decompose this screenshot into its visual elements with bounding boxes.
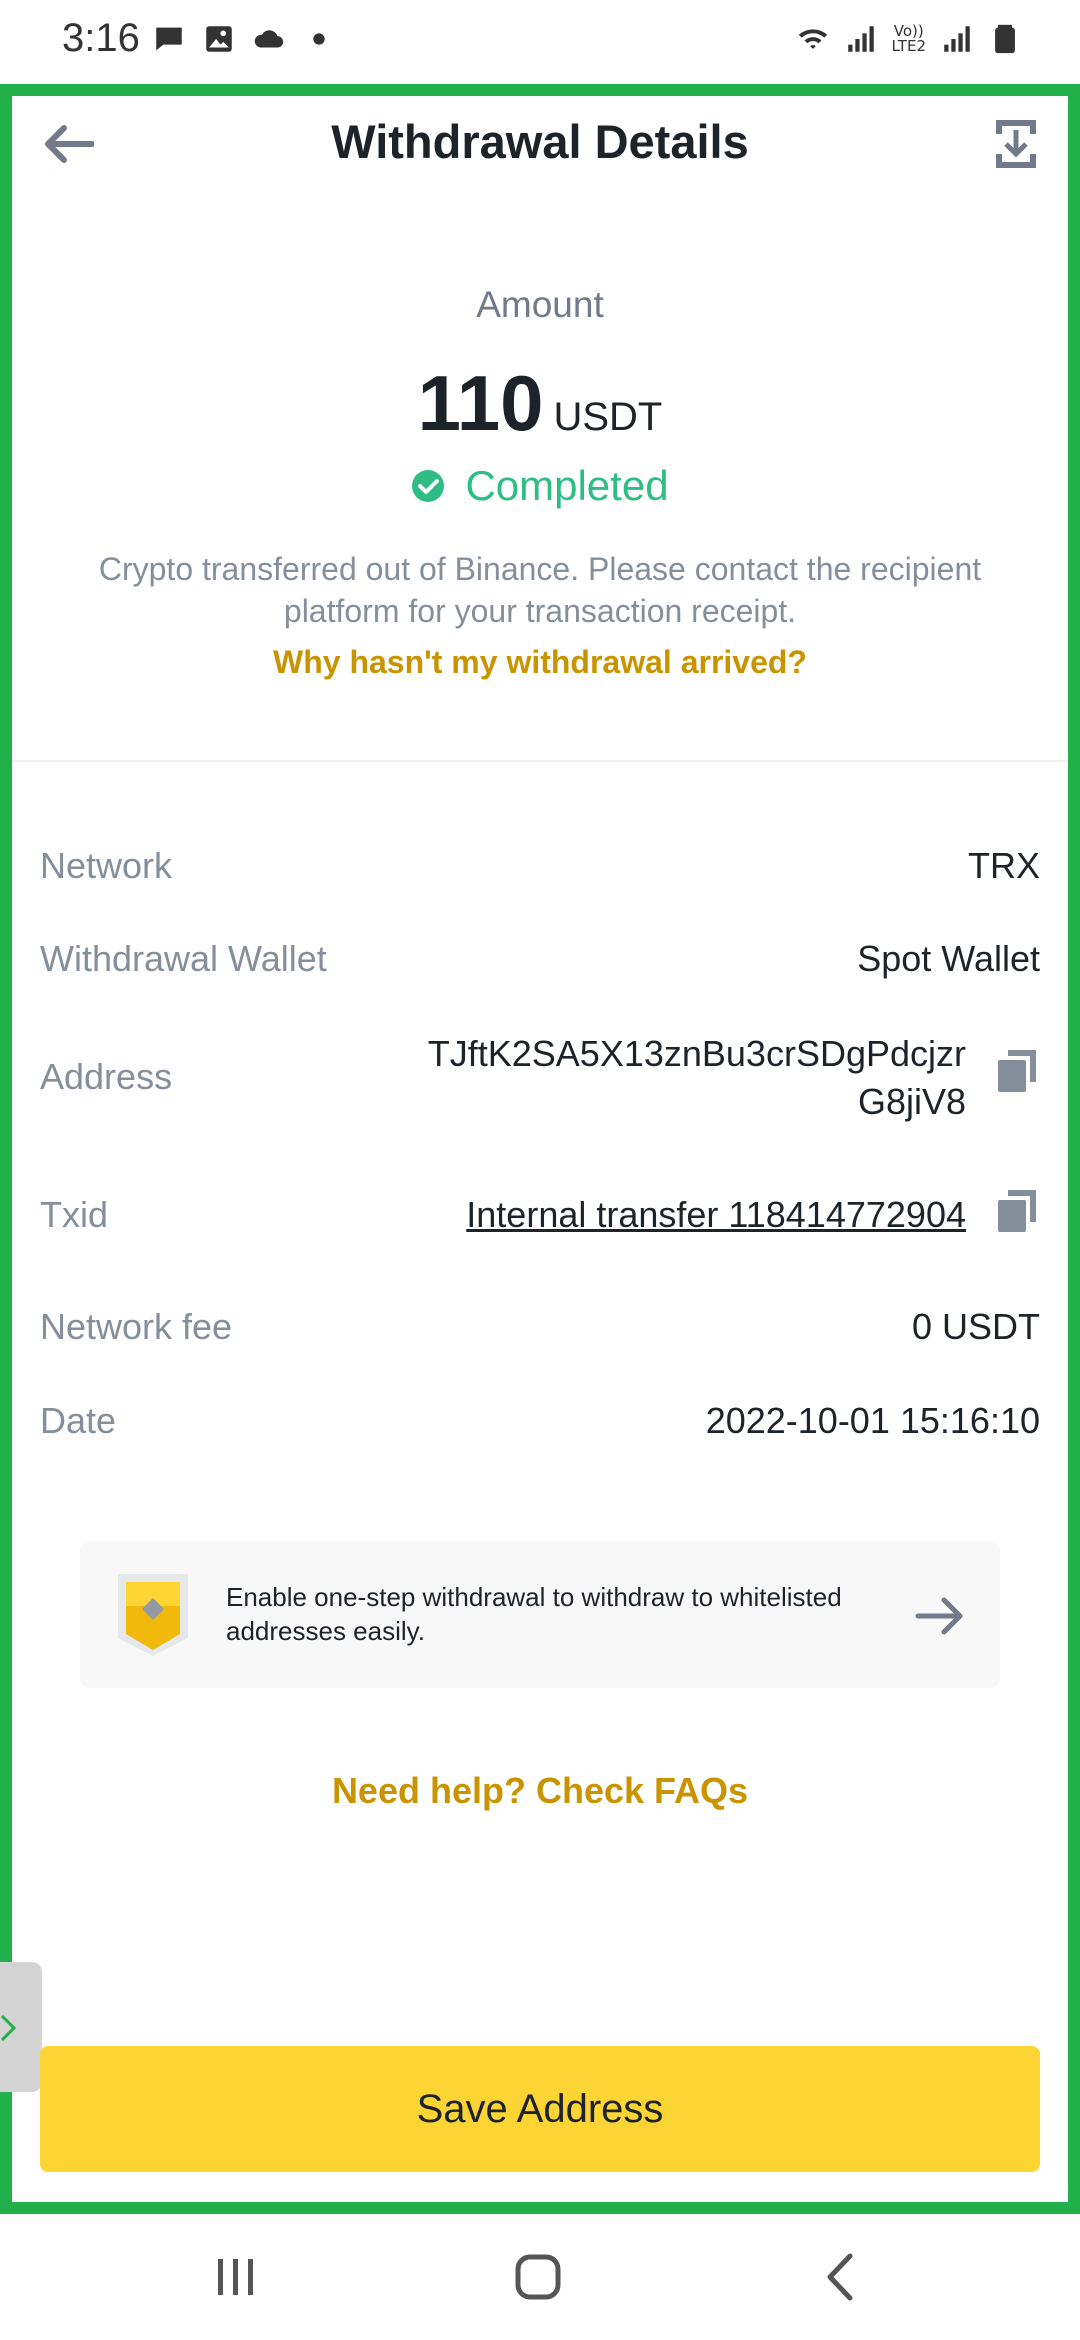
txid-value[interactable]: Internal transfer 118414772904 xyxy=(466,1194,966,1236)
fee-label: Network fee xyxy=(40,1306,233,1347)
date-value: 2022-10-01 15:16:10 xyxy=(705,1400,1040,1441)
status-row: Completed xyxy=(0,462,1080,510)
wallet-label: Withdrawal Wallet xyxy=(40,938,327,979)
arrow-right-icon xyxy=(915,1597,963,1635)
chat-icon xyxy=(156,27,182,51)
navigation-bar xyxy=(0,2214,1080,2340)
back-nav-button[interactable] xyxy=(800,2242,880,2312)
copy-address-icon[interactable] xyxy=(992,1046,1042,1096)
network-value: TRX xyxy=(968,845,1040,886)
dot-icon xyxy=(313,33,325,45)
chevron-right-icon xyxy=(0,2014,17,2042)
status-bar: 3:16 Vo)) LTE2 xyxy=(0,0,1080,84)
description: Crypto transferred out of Binance. Pleas… xyxy=(98,551,982,629)
recent-apps-icon xyxy=(218,2259,253,2295)
divider xyxy=(12,760,1068,762)
withdrawal-help-link[interactable]: Why hasn't my withdrawal arrived? xyxy=(0,644,1080,681)
amount-unit: USDT xyxy=(553,395,663,439)
lte-label: LTE2 xyxy=(891,37,926,55)
recent-apps-button[interactable] xyxy=(196,2242,276,2312)
promo-text: Enable one-step withdrawal to withdraw t… xyxy=(226,1582,842,1646)
fee-value: 0 USDT xyxy=(911,1306,1040,1347)
faq-link[interactable]: Need help? Check FAQs xyxy=(0,1770,1080,1812)
copy-txid-icon[interactable] xyxy=(992,1186,1042,1236)
amount-label: Amount xyxy=(476,284,604,325)
home-icon xyxy=(515,2254,561,2300)
notification-icons xyxy=(152,22,336,56)
system-icons: Vo)) LTE2 xyxy=(796,22,1022,56)
page-title: Withdrawal Details xyxy=(331,115,749,168)
txid-label: Txid xyxy=(40,1194,109,1235)
address-value: TJftK2SA5X13znBu3crSDgPdcjzrG8jiV8 xyxy=(427,1033,966,1122)
check-circle-icon xyxy=(412,470,445,502)
battery-icon xyxy=(995,24,1015,54)
save-address-button[interactable]: Save Address xyxy=(40,2046,1040,2172)
shield-badge-icon xyxy=(118,1574,188,1656)
date-label: Date xyxy=(40,1400,117,1441)
volte-icon: Vo)) LTE2 xyxy=(892,24,926,54)
one-step-withdrawal-card[interactable]: Enable one-step withdrawal to withdraw t… xyxy=(80,1542,1000,1688)
amount-value: 110 xyxy=(417,359,544,447)
status-text: Completed xyxy=(465,462,669,509)
wallet-value: Spot Wallet xyxy=(857,938,1040,979)
download-icon xyxy=(996,120,1036,168)
download-button[interactable] xyxy=(984,112,1048,176)
header: Withdrawal Details xyxy=(12,96,1068,196)
address-label: Address xyxy=(40,1056,173,1097)
side-panel-handle[interactable] xyxy=(0,1962,42,2092)
home-button[interactable] xyxy=(498,2242,578,2312)
signal-icon xyxy=(847,26,874,52)
amount-row: 110 USDT xyxy=(0,358,1080,449)
chevron-left-icon xyxy=(827,2253,853,2301)
cloud-icon xyxy=(254,30,284,48)
signal-icon xyxy=(944,26,970,52)
wifi-icon xyxy=(798,29,827,49)
status-time: 3:16 xyxy=(62,16,140,60)
gallery-icon xyxy=(206,26,232,52)
network-label: Network xyxy=(40,845,173,886)
